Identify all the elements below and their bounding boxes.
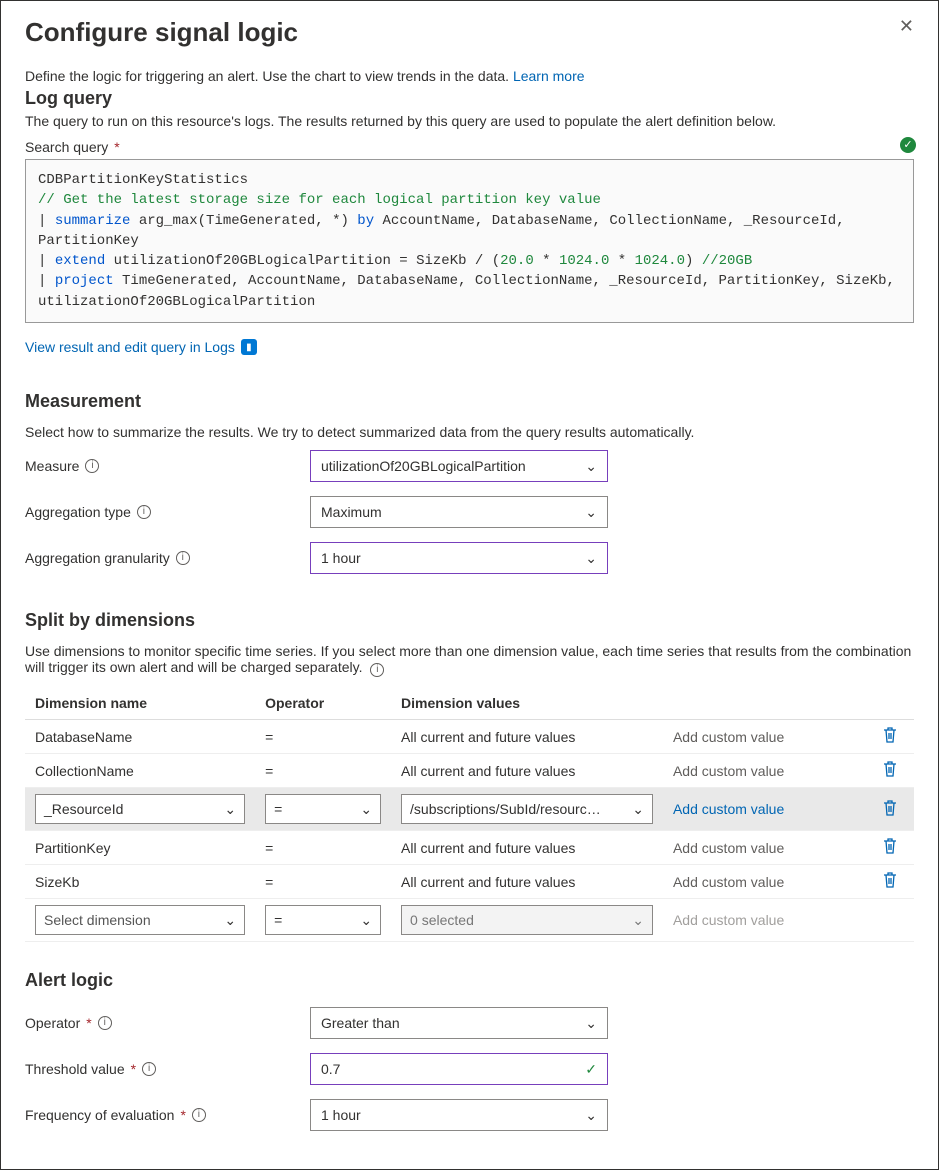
required-icon: * [180,1107,185,1123]
dimension-values: All current and future values [391,754,663,788]
chevron-down-icon: ⌄ [632,801,644,818]
chevron-down-icon: ⌄ [360,801,372,818]
aggregation-type-label: Aggregation type [25,504,131,520]
dimension-values: All current and future values [391,865,663,899]
required-icon: * [131,1061,136,1077]
chevron-down-icon: ⌄ [224,801,236,818]
info-icon[interactable]: i [192,1108,206,1122]
col-dimension-name: Dimension name [25,687,255,720]
delete-icon[interactable] [882,837,898,855]
chevron-down-icon: ⌄ [585,1107,597,1124]
aggregation-granularity-label: Aggregation granularity [25,550,170,566]
required-icon: * [114,139,119,155]
dimension-name: DatabaseName [25,720,255,754]
dimension-name: PartitionKey [25,831,255,865]
required-icon: * [86,1015,91,1031]
info-icon[interactable]: i [98,1016,112,1030]
chevron-down-icon: ⌄ [360,912,372,929]
add-custom-value-button[interactable]: Add custom value [673,729,784,745]
dimension-values: All current and future values [391,720,663,754]
log-query-heading: Log query [25,88,914,109]
chevron-down-icon: ⌄ [632,912,644,929]
search-query-input[interactable]: CDBPartitionKeyStatistics // Get the lat… [25,159,914,323]
info-icon[interactable]: i [176,551,190,565]
delete-icon[interactable] [882,760,898,778]
info-icon[interactable]: i [370,663,384,677]
info-icon[interactable]: i [85,459,99,473]
dimension-values-select[interactable]: /subscriptions/SubId/resourc…⌄ [401,794,653,824]
split-desc: Use dimensions to monitor specific time … [25,643,914,677]
delete-icon[interactable] [882,799,898,817]
dimension-name-select[interactable]: _ResourceId⌄ [35,794,245,824]
dimension-operator: = [255,831,391,865]
add-custom-value-button[interactable]: Add custom value [673,874,784,890]
threshold-value-input[interactable]: 0.7 ✓ [310,1053,608,1085]
measurement-heading: Measurement [25,391,914,412]
alert-logic-heading: Alert logic [25,970,914,991]
measure-label: Measure [25,458,79,474]
add-custom-value-button[interactable]: Add custom value [673,763,784,779]
chevron-down-icon: ⌄ [585,458,597,475]
dimension-operator: = [255,754,391,788]
dimension-name: CollectionName [25,754,255,788]
measure-select[interactable]: utilizationOf20GBLogicalPartition ⌄ [310,450,608,482]
dimension-name-select[interactable]: Select dimension⌄ [35,905,245,935]
table-row: CollectionName=All current and future va… [25,754,914,788]
operator-select[interactable]: Greater than ⌄ [310,1007,608,1039]
frequency-label: Frequency of evaluation [25,1107,174,1123]
table-row: _ResourceId⌄ =⌄ /subscriptions/SubId/resou… [25,788,914,831]
logs-icon: ▮ [241,339,257,355]
chevron-down-icon: ⌄ [224,912,236,929]
search-query-label: Search query [25,139,108,155]
col-dimension-values: Dimension values [391,687,663,720]
dimension-values: All current and future values [391,831,663,865]
dimension-operator: = [255,720,391,754]
table-row-new: Select dimension⌄ =⌄ 0 selected⌄ Add custom… [25,899,914,942]
aggregation-granularity-select[interactable]: 1 hour ⌄ [310,542,608,574]
dimension-operator: = [255,865,391,899]
operator-label: Operator [25,1015,80,1031]
close-icon[interactable]: ✕ [899,17,914,35]
chevron-down-icon: ⌄ [585,1015,597,1032]
check-icon: ✓ [585,1061,597,1078]
measurement-desc: Select how to summarize the results. We … [25,424,914,440]
page-title: Configure signal logic [25,17,298,48]
add-custom-value-button[interactable]: Add custom value [673,801,784,817]
frequency-select[interactable]: 1 hour ⌄ [310,1099,608,1131]
table-row: SizeKb=All current and future values Add … [25,865,914,899]
dimension-values-select[interactable]: 0 selected⌄ [401,905,653,935]
split-heading: Split by dimensions [25,610,914,631]
dimensions-table: Dimension name Operator Dimension values… [25,687,914,942]
valid-check-icon: ✓ [900,137,916,153]
delete-icon[interactable] [882,871,898,889]
info-icon[interactable]: i [137,505,151,519]
threshold-label: Threshold value [25,1061,125,1077]
table-row: DatabaseName=All current and future valu… [25,720,914,754]
dimension-operator-select[interactable]: =⌄ [265,905,381,935]
add-custom-value-button[interactable]: Add custom value [673,840,784,856]
dimension-name: SizeKb [25,865,255,899]
dimension-operator-select[interactable]: =⌄ [265,794,381,824]
aggregation-type-select[interactable]: Maximum ⌄ [310,496,608,528]
log-query-desc: The query to run on this resource's logs… [25,113,914,129]
intro-text: Define the logic for triggering an alert… [25,68,914,84]
info-icon[interactable]: i [142,1062,156,1076]
delete-icon[interactable] [882,726,898,744]
view-in-logs-link[interactable]: View result and edit query in Logs ▮ [25,339,257,355]
col-operator: Operator [255,687,391,720]
chevron-down-icon: ⌄ [585,550,597,567]
add-custom-value-button: Add custom value [673,912,784,928]
table-row: PartitionKey=All current and future valu… [25,831,914,865]
learn-more-link[interactable]: Learn more [513,68,585,84]
chevron-down-icon: ⌄ [585,504,597,521]
